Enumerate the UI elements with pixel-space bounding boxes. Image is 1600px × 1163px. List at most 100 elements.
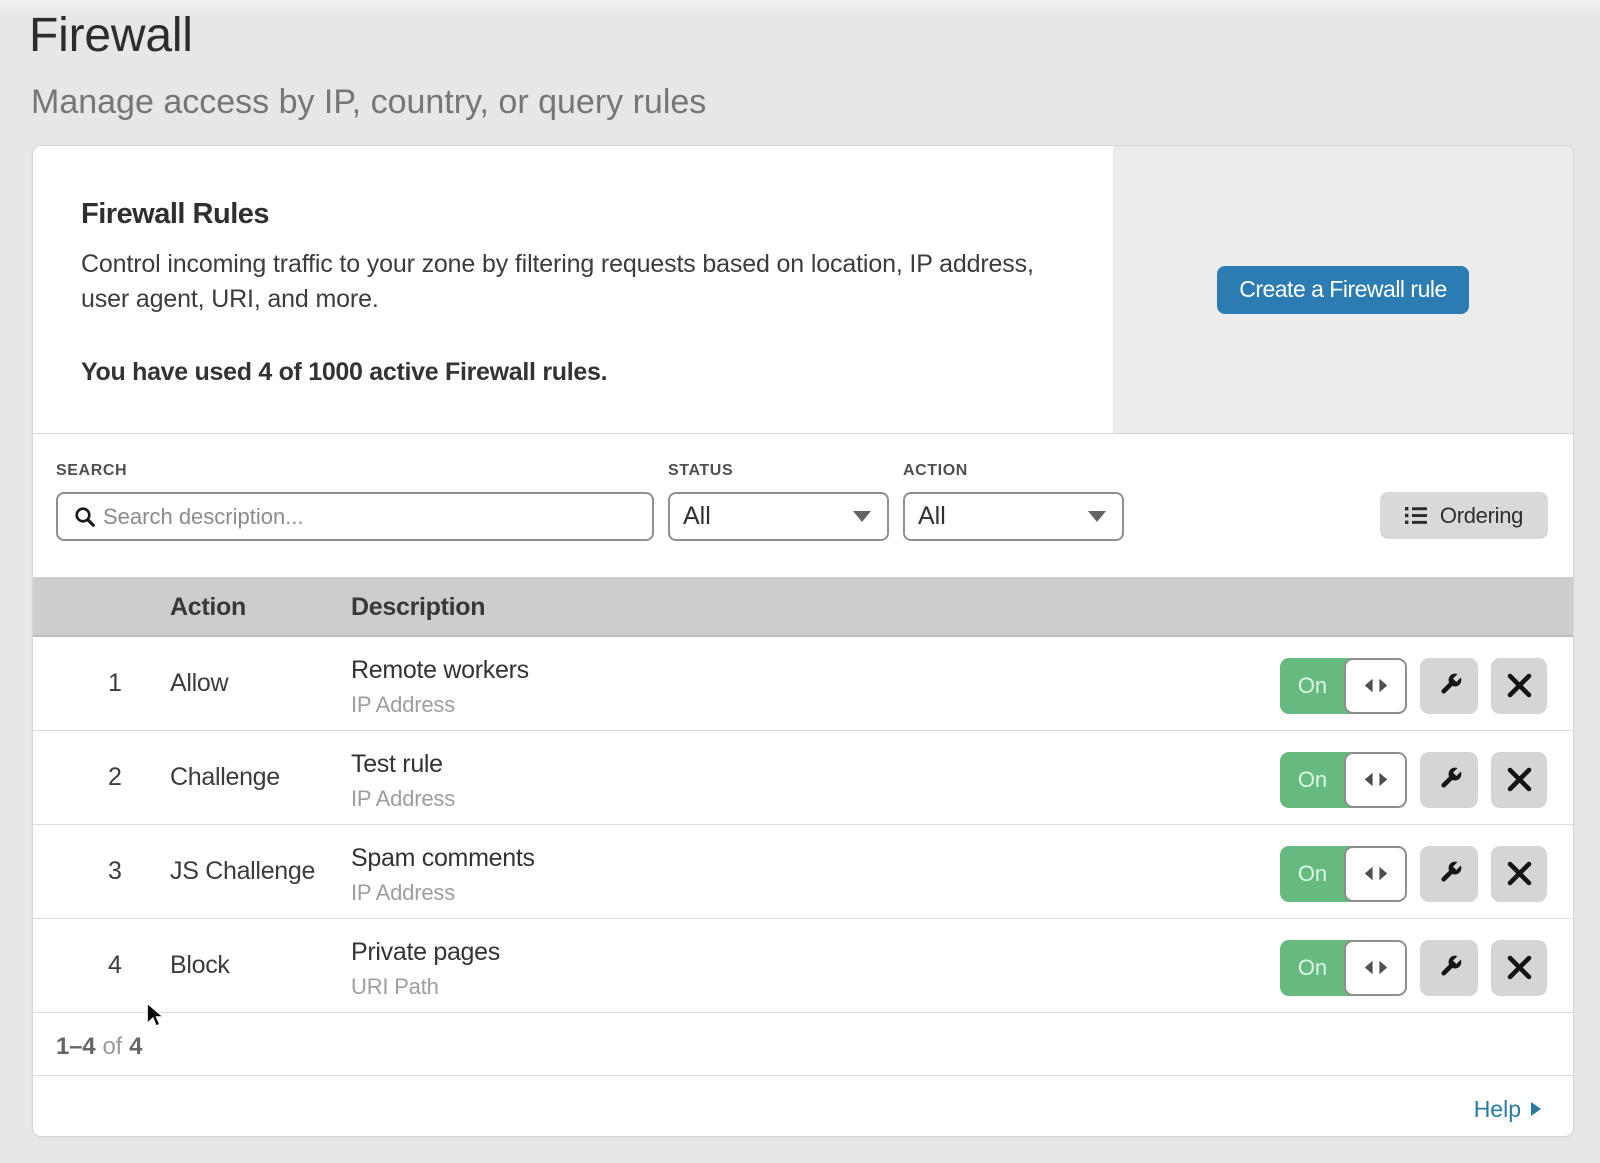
edit-rule-button[interactable] <box>1420 658 1478 714</box>
toggle-on-label: On <box>1280 940 1352 996</box>
rule-type: URI Path <box>351 975 1280 999</box>
action-select[interactable]: All <box>903 492 1124 541</box>
status-filter-group: STATUS All <box>668 461 889 541</box>
pagination: 1–4 of 4 <box>33 1013 1573 1076</box>
hero-description: Control incoming traffic to your zone by… <box>81 247 1053 317</box>
rule-type: IP Address <box>351 881 1280 905</box>
page-title: Firewall <box>0 0 1600 62</box>
hero-section: Firewall Rules Control incoming traffic … <box>33 146 1573 434</box>
create-firewall-rule-button[interactable]: Create a Firewall rule <box>1217 266 1469 314</box>
search-box <box>56 492 654 541</box>
rule-controls: On <box>1280 940 1573 996</box>
rule-enabled-toggle[interactable]: On <box>1280 658 1407 714</box>
rule-action: Challenge <box>170 763 351 792</box>
wrench-icon <box>1434 670 1465 701</box>
edit-rule-button[interactable] <box>1420 846 1478 902</box>
rule-description-cell: Test rule IP Address <box>351 751 1280 805</box>
wrench-icon <box>1434 952 1465 983</box>
left-right-arrows-icon <box>1364 772 1388 787</box>
search-filter-group: SEARCH <box>56 461 654 541</box>
x-icon <box>1507 767 1532 792</box>
rule-enabled-toggle[interactable]: On <box>1280 940 1407 996</box>
page-subtitle: Manage access by IP, country, or query r… <box>31 82 1600 122</box>
action-label: ACTION <box>903 461 1124 481</box>
hero-action-panel: Create a Firewall rule <box>1113 146 1573 433</box>
rule-controls: On <box>1280 752 1573 808</box>
rule-controls: On <box>1280 658 1573 714</box>
rule-priority: 1 <box>33 669 170 698</box>
action-filter-group: ACTION All <box>903 461 1124 541</box>
rule-description-cell: Private pages URI Path <box>351 939 1280 993</box>
table-row: 3 JS Challenge Spam comments IP Address … <box>33 825 1573 919</box>
rule-type: IP Address <box>351 693 1280 717</box>
table-row: 2 Challenge Test rule IP Address On <box>33 731 1573 825</box>
wrench-icon <box>1434 764 1465 795</box>
rule-priority: 3 <box>33 857 170 886</box>
toggle-on-label: On <box>1280 752 1352 808</box>
toggle-handle[interactable] <box>1344 658 1407 714</box>
card-footer: Help <box>33 1076 1573 1135</box>
table-row: 1 Allow Remote workers IP Address On <box>33 637 1573 731</box>
table-header: Action Description <box>33 577 1573 637</box>
chevron-down-icon <box>853 511 871 522</box>
help-link[interactable]: Help <box>1474 1096 1541 1123</box>
column-header-description: Description <box>351 593 485 622</box>
pagination-of: of <box>102 1033 122 1061</box>
toggle-handle[interactable] <box>1344 752 1407 808</box>
delete-rule-button[interactable] <box>1491 846 1547 902</box>
rule-description-cell: Remote workers IP Address <box>351 657 1280 711</box>
rule-priority: 2 <box>33 763 170 792</box>
column-header-action: Action <box>170 593 351 622</box>
hero-usage: You have used 4 of 1000 active Firewall … <box>81 355 1053 390</box>
rule-enabled-toggle[interactable]: On <box>1280 846 1407 902</box>
rule-enabled-toggle[interactable]: On <box>1280 752 1407 808</box>
rule-description: Private pages <box>351 939 1280 965</box>
left-right-arrows-icon <box>1364 866 1388 881</box>
status-select[interactable]: All <box>668 492 889 541</box>
pagination-range: 1–4 <box>56 1033 95 1061</box>
list-icon <box>1405 506 1427 525</box>
help-label: Help <box>1474 1096 1521 1123</box>
rules-table-body: 1 Allow Remote workers IP Address On <box>33 637 1573 1013</box>
x-icon <box>1507 861 1532 886</box>
caret-right-icon <box>1531 1102 1541 1116</box>
status-label: STATUS <box>668 461 889 481</box>
rule-type: IP Address <box>351 787 1280 811</box>
edit-rule-button[interactable] <box>1420 940 1478 996</box>
ordering-label: Ordering <box>1440 503 1523 529</box>
rule-description: Remote workers <box>351 657 1280 683</box>
rule-description-cell: Spam comments IP Address <box>351 845 1280 899</box>
left-right-arrows-icon <box>1364 678 1388 693</box>
delete-rule-button[interactable] <box>1491 752 1547 808</box>
wrench-icon <box>1434 858 1465 889</box>
firewall-rules-card: Firewall Rules Control incoming traffic … <box>33 146 1573 1136</box>
rule-action: JS Challenge <box>170 857 351 886</box>
filters-row: SEARCH STATUS All <box>56 461 1548 541</box>
hero-text: Firewall Rules Control incoming traffic … <box>33 146 1113 433</box>
search-label: SEARCH <box>56 461 654 481</box>
toggle-handle[interactable] <box>1344 846 1407 902</box>
filters-bar: SEARCH STATUS All <box>33 434 1573 577</box>
pagination-total: 4 <box>129 1033 142 1061</box>
left-right-arrows-icon <box>1364 960 1388 975</box>
x-icon <box>1507 955 1532 980</box>
search-input[interactable] <box>103 497 652 537</box>
action-value: All <box>918 502 1088 531</box>
edit-rule-button[interactable] <box>1420 752 1478 808</box>
toggle-handle[interactable] <box>1344 940 1407 996</box>
hero-heading: Firewall Rules <box>81 197 1053 231</box>
ordering-button[interactable]: Ordering <box>1380 492 1548 539</box>
search-icon <box>74 506 96 528</box>
table-row: 4 Block Private pages URI Path On <box>33 919 1573 1013</box>
rule-controls: On <box>1280 846 1573 902</box>
rule-priority: 4 <box>33 951 170 980</box>
delete-rule-button[interactable] <box>1491 940 1547 996</box>
toggle-on-label: On <box>1280 846 1352 902</box>
rule-action: Allow <box>170 669 351 698</box>
rule-description: Test rule <box>351 751 1280 777</box>
chevron-down-icon <box>1088 511 1106 522</box>
rule-action: Block <box>170 951 351 980</box>
x-icon <box>1507 673 1532 698</box>
delete-rule-button[interactable] <box>1491 658 1547 714</box>
status-value: All <box>683 502 853 531</box>
